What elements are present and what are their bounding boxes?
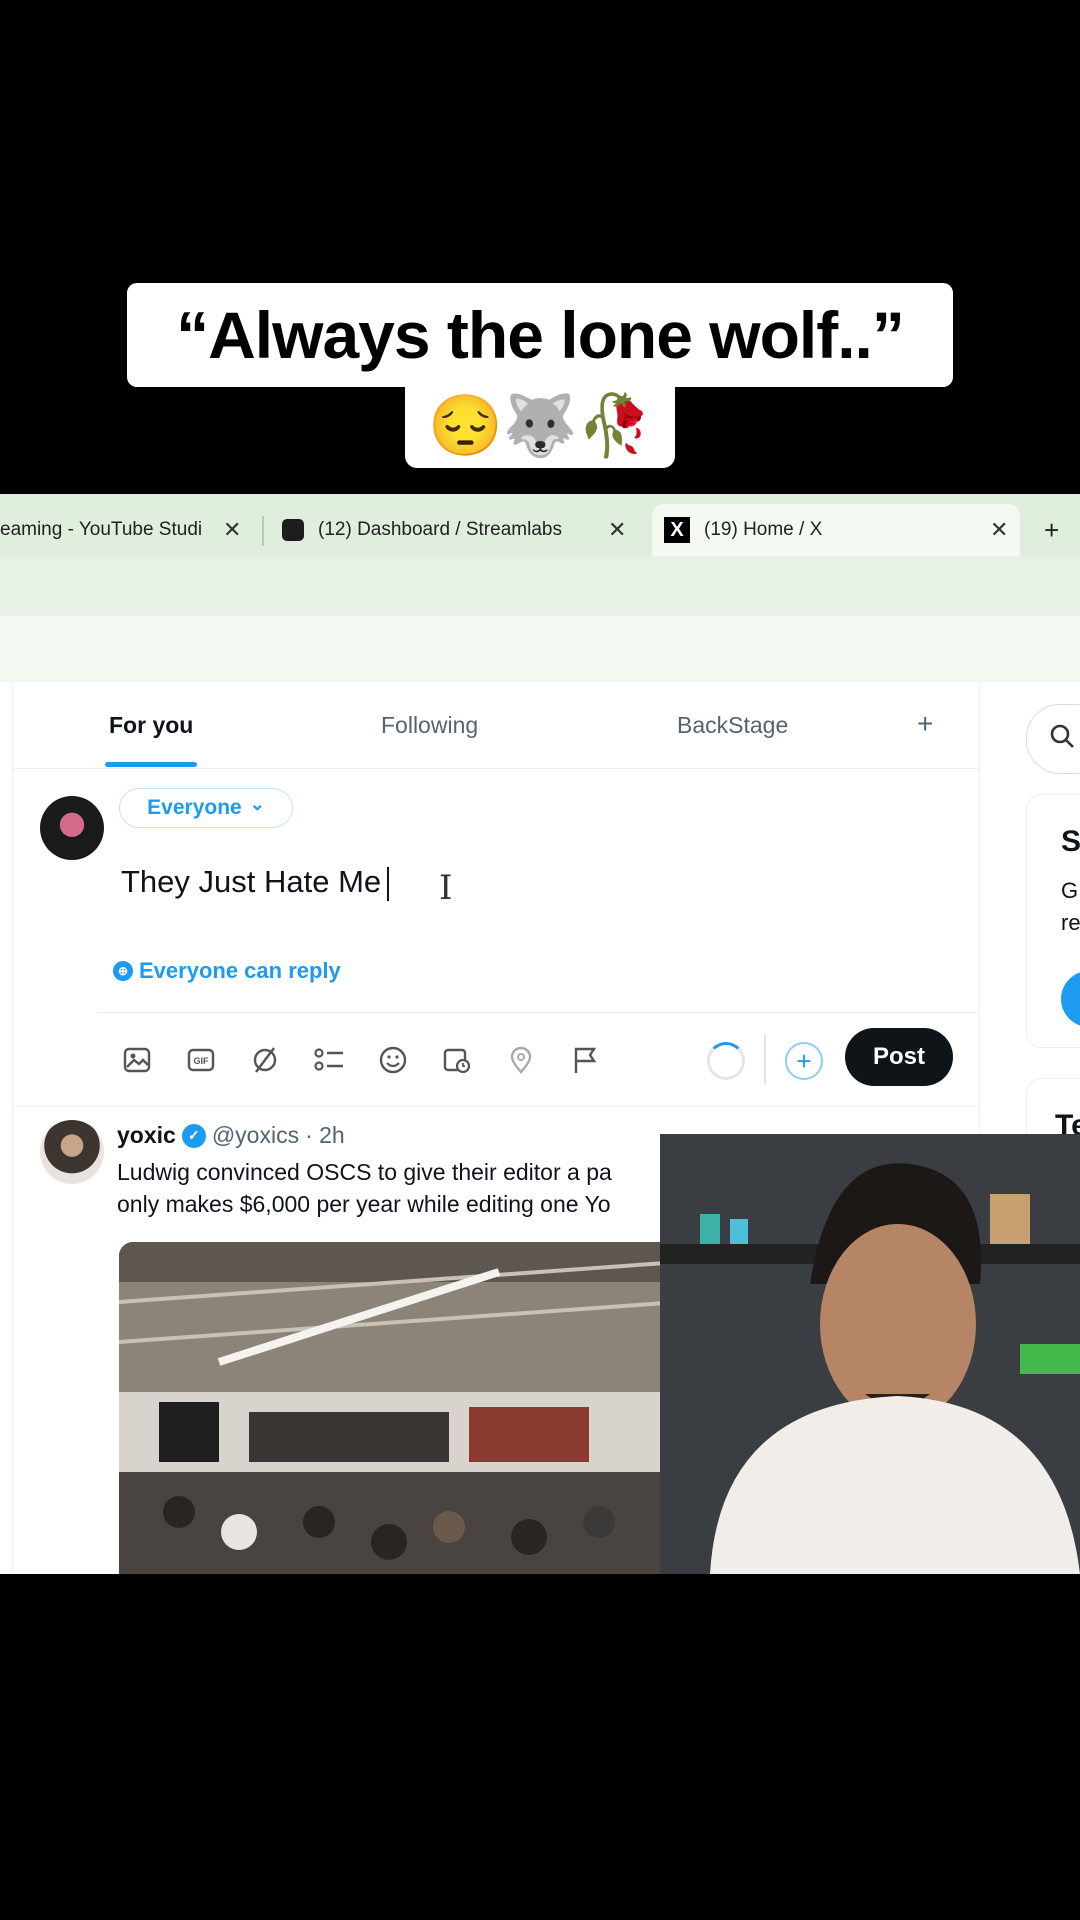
search-icon xyxy=(1049,723,1075,756)
bookmarks-bar xyxy=(0,616,1080,682)
caption-emoji-box: 😔🐺🥀 xyxy=(405,382,675,468)
streamlabs-icon xyxy=(282,519,304,541)
verified-icon: ✓ xyxy=(181,1123,206,1148)
caption-line-1: “Always the lone wolf..” xyxy=(176,298,905,372)
new-tab-button[interactable]: + xyxy=(1044,504,1074,556)
emoji-icon[interactable] xyxy=(373,1040,413,1080)
tab-x-home[interactable]: X (19) Home / X ✕ xyxy=(652,504,1020,556)
toolbar-separator xyxy=(764,1034,766,1084)
subscribe-button[interactable] xyxy=(1061,971,1080,1027)
flag-icon[interactable] xyxy=(565,1040,605,1080)
divider xyxy=(97,1012,979,1013)
office-photo xyxy=(119,1242,679,1574)
caption-line-2: 😔🐺🥀 xyxy=(427,391,653,459)
browser-window: eaming - YouTube Studi ✕ (12) Dashboard … xyxy=(0,494,1080,1574)
tab-following[interactable]: Following xyxy=(381,712,478,739)
reply-setting[interactable]: ⊕ Everyone can reply xyxy=(113,958,341,984)
card-text: G re xyxy=(1061,875,1080,939)
tweet-text[interactable]: Ludwig convinced OSCS to give their edit… xyxy=(117,1156,677,1220)
tab-bar: eaming - YouTube Studi ✕ (12) Dashboard … xyxy=(0,494,1080,556)
composer-toolbar: GIF xyxy=(117,1040,637,1088)
gif-icon[interactable]: GIF xyxy=(181,1040,221,1080)
active-tab-indicator xyxy=(105,762,197,767)
tweet-line-2: only makes $6,000 per year while editing… xyxy=(117,1191,611,1217)
tab-title: (19) Home / X xyxy=(704,519,823,540)
add-post-button[interactable]: + xyxy=(785,1042,823,1080)
tab-for-you[interactable]: For you xyxy=(109,712,193,739)
tab-title: (12) Dashboard / Streamlabs xyxy=(318,519,562,540)
tab-youtube-studio[interactable]: eaming - YouTube Studi ✕ xyxy=(0,504,262,556)
compose-text: They Just Hate Me xyxy=(121,864,382,899)
location-icon[interactable] xyxy=(501,1040,541,1080)
poll-icon[interactable] xyxy=(309,1040,349,1080)
x-logo-icon: X xyxy=(664,517,690,543)
tweet-time: · 2h xyxy=(305,1122,345,1148)
post-button[interactable]: Post xyxy=(845,1028,953,1086)
post-button-label: Post xyxy=(872,1043,925,1070)
tab-backstage[interactable]: BackStage xyxy=(677,712,788,739)
tweet-avatar[interactable] xyxy=(40,1120,104,1184)
character-counter xyxy=(707,1042,745,1080)
grok-icon[interactable] xyxy=(245,1040,285,1080)
close-tab-icon[interactable]: ✕ xyxy=(990,517,1008,543)
search-box[interactable] xyxy=(1026,704,1080,774)
tweet-author[interactable]: yoxic ✓ @yoxics · 2h xyxy=(117,1122,345,1149)
audience-selector[interactable]: Everyone ⌄ xyxy=(119,788,293,828)
compose-input[interactable]: They Just Hate Me xyxy=(121,864,390,901)
add-tab-button[interactable]: + xyxy=(917,708,933,740)
card-text-line-1: G xyxy=(1061,878,1079,903)
card-heading: S xyxy=(1061,825,1080,858)
svg-text:GIF: GIF xyxy=(194,1056,210,1066)
webcam-overlay xyxy=(660,1134,1080,1574)
feed-tabs: For you Following BackStage + xyxy=(13,682,979,769)
caption-box: “Always the lone wolf..” xyxy=(127,283,953,387)
audience-label: Everyone xyxy=(147,796,242,819)
reply-setting-label: Everyone can reply xyxy=(139,958,341,983)
browser-toolbar xyxy=(0,556,1080,616)
streamer-camera xyxy=(660,1134,1080,1574)
schedule-icon[interactable] xyxy=(437,1040,477,1080)
tab-separator xyxy=(262,516,264,546)
plus-icon: + xyxy=(1044,514,1060,545)
divider xyxy=(13,1106,979,1107)
globe-icon: ⊕ xyxy=(113,961,133,981)
tweet-image[interactable] xyxy=(119,1242,679,1574)
close-tab-icon[interactable]: ✕ xyxy=(223,517,241,543)
plus-icon: + xyxy=(796,1045,812,1076)
ibeam-cursor-icon: I xyxy=(439,868,453,908)
chevron-down-icon: ⌄ xyxy=(249,793,265,814)
tweet-line-1: Ludwig convinced OSCS to give their edit… xyxy=(117,1159,612,1185)
tab-title: eaming - YouTube Studi xyxy=(0,519,203,540)
image-icon[interactable] xyxy=(117,1040,157,1080)
close-tab-icon[interactable]: ✕ xyxy=(608,517,626,543)
subscribe-card: S G re xyxy=(1026,794,1080,1048)
author-name: yoxic xyxy=(117,1122,176,1148)
author-handle: @yoxics xyxy=(211,1122,300,1148)
text-caret xyxy=(387,866,390,901)
card-text-line-2: re xyxy=(1061,910,1080,935)
tab-streamlabs[interactable]: (12) Dashboard / Streamlabs ✕ xyxy=(280,504,630,556)
avatar[interactable] xyxy=(40,796,104,860)
